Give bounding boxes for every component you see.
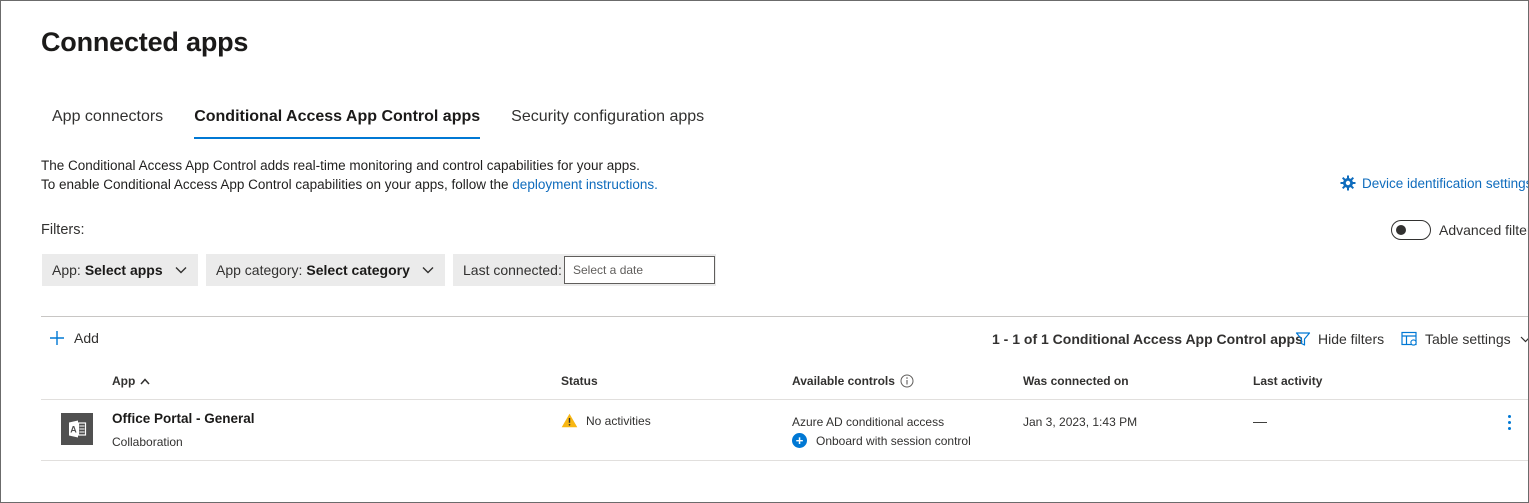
filters-label: Filters: xyxy=(41,222,85,238)
tab-security-configuration-apps[interactable]: Security configuration apps xyxy=(500,105,715,139)
sort-ascending-icon xyxy=(140,377,150,384)
app-category: Collaboration xyxy=(112,435,183,449)
table-settings-icon xyxy=(1401,331,1417,346)
chevron-down-icon xyxy=(175,267,187,274)
gear-icon xyxy=(1340,175,1356,191)
table-settings-label: Table settings xyxy=(1425,331,1511,347)
last-connected-date-input[interactable] xyxy=(564,256,715,284)
warning-icon xyxy=(561,413,578,428)
last-connected-prefix: Last connected: xyxy=(463,262,562,278)
last-connected-filter: Last connected: xyxy=(453,254,716,286)
app-category-filter-prefix: App category: xyxy=(216,262,303,278)
onboard-session-control-label: Onboard with session control xyxy=(816,433,971,448)
column-header-was-connected-on[interactable]: Was connected on xyxy=(1023,374,1129,388)
column-header-last-activity-label: Last activity xyxy=(1253,374,1323,388)
column-header-available-controls-label: Available controls xyxy=(792,374,895,388)
page-description: The Conditional Access App Control adds … xyxy=(41,156,658,194)
add-button-label: Add xyxy=(74,330,99,346)
last-activity-value: — xyxy=(1253,413,1267,429)
tab-bar: App connectors Conditional Access App Co… xyxy=(41,105,724,139)
hide-filters-label: Hide filters xyxy=(1318,331,1385,347)
column-header-app-label: App xyxy=(112,374,136,388)
table-settings-button[interactable]: Table settings xyxy=(1401,331,1528,347)
page-frame: Connected apps App connectors Conditiona… xyxy=(0,0,1529,503)
app-category-filter-dropdown[interactable]: App category: Select category xyxy=(206,254,445,286)
access-app-icon: A xyxy=(69,420,87,438)
more-actions-icon[interactable] xyxy=(1501,411,1517,433)
column-header-last-activity[interactable]: Last activity xyxy=(1253,374,1322,388)
app-filter-prefix: App: xyxy=(52,262,81,278)
app-filter-dropdown[interactable]: App: Select apps xyxy=(42,254,198,286)
add-button[interactable]: Add xyxy=(49,330,99,346)
column-header-status[interactable]: Status xyxy=(561,374,598,388)
column-header-was-connected-on-label: Was connected on xyxy=(1023,374,1129,388)
plus-icon xyxy=(50,331,64,345)
app-name[interactable]: Office Portal - General xyxy=(112,411,255,426)
tab-conditional-access-app-control-apps[interactable]: Conditional Access App Control apps xyxy=(183,105,491,139)
results-count: 1 - 1 of 1 Conditional Access App Contro… xyxy=(992,331,1303,347)
advanced-filters-label: Advanced filters xyxy=(1439,222,1529,238)
row-divider xyxy=(41,460,1528,461)
app-status: No activities xyxy=(561,413,651,428)
app-status-text: No activities xyxy=(586,413,651,428)
hide-filters-button[interactable]: Hide filters xyxy=(1295,331,1384,347)
description-line-2-text: To enable Conditional Access App Control… xyxy=(41,177,513,192)
column-header-app[interactable]: App xyxy=(112,374,150,388)
app-filter-value: Select apps xyxy=(84,262,163,278)
device-identification-settings-link[interactable]: Device identification settings xyxy=(1340,175,1529,191)
toggle-knob xyxy=(1396,225,1406,235)
control-azure-ad: Azure AD conditional access xyxy=(792,415,945,429)
advanced-filters-toggle[interactable] xyxy=(1391,220,1431,240)
tab-app-connectors[interactable]: App connectors xyxy=(41,105,174,139)
page-title: Connected apps xyxy=(41,27,249,57)
chevron-down-icon xyxy=(1520,336,1528,342)
column-header-status-label: Status xyxy=(561,374,598,388)
onboard-session-control-link[interactable]: + Onboard with session control xyxy=(792,433,971,448)
more-dot xyxy=(1507,414,1511,418)
add-circle-icon: + xyxy=(792,433,807,448)
app-category-filter-value: Select category xyxy=(306,262,410,278)
more-dot xyxy=(1507,426,1511,430)
description-line-1: The Conditional Access App Control adds … xyxy=(41,158,640,173)
filter-icon xyxy=(1295,332,1311,346)
toolbar-divider xyxy=(41,316,1528,317)
deployment-instructions-link[interactable]: deployment instructions. xyxy=(512,177,658,192)
office-portal-app-icon: A xyxy=(61,413,93,445)
svg-text:A: A xyxy=(70,425,77,435)
description-line-2: To enable Conditional Access App Control… xyxy=(41,175,658,194)
was-connected-on-value: Jan 3, 2023, 1:43 PM xyxy=(1023,415,1138,429)
device-identification-label: Device identification settings xyxy=(1362,175,1529,191)
advanced-filters-toggle-group: Advanced filters xyxy=(1391,220,1529,240)
chevron-down-icon xyxy=(422,267,434,274)
info-icon[interactable] xyxy=(900,374,914,388)
column-header-available-controls[interactable]: Available controls xyxy=(792,374,914,388)
more-dot xyxy=(1507,420,1511,424)
header-divider xyxy=(41,399,1528,400)
